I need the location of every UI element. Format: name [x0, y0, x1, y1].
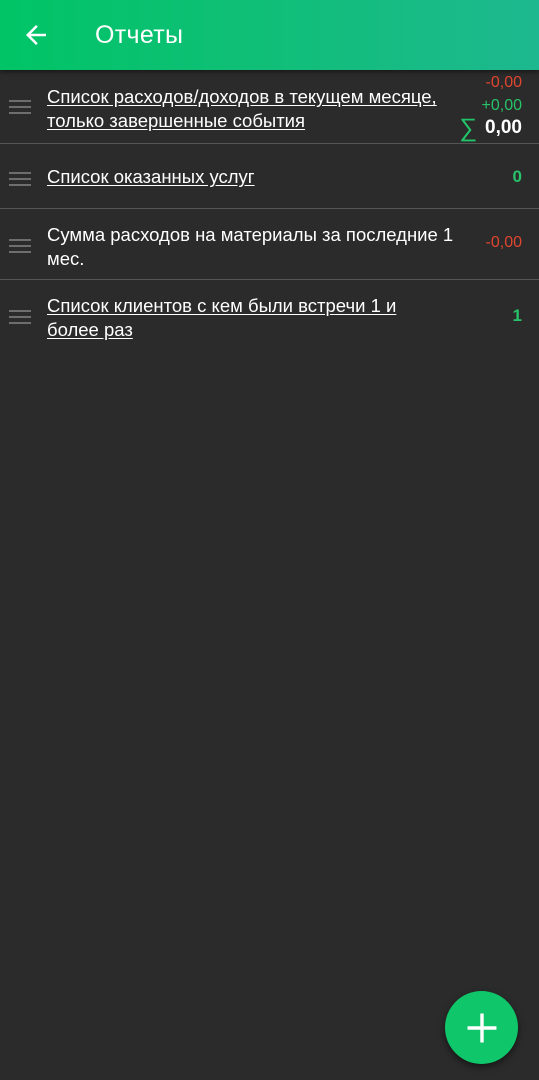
report-item-materials[interactable]: Сумма расходов на материалы за последние… [0, 209, 539, 280]
income-value: +0,00 [481, 97, 522, 114]
report-label[interactable]: Список расходов/доходов в текущем месяце… [47, 85, 437, 133]
page-title: Отчеты [95, 21, 184, 49]
total-line: ∑ 0,00 [459, 114, 522, 142]
report-value: 1 [512, 306, 522, 325]
drag-handle-icon[interactable] [9, 239, 31, 253]
report-item-income-expense[interactable]: Список расходов/доходов в текущем месяце… [0, 70, 539, 144]
report-item-clients[interactable]: Список клиентов с кем были встречи 1 и б… [0, 280, 539, 378]
report-value: 0 [512, 167, 522, 186]
report-label[interactable]: Список клиентов с кем были встречи 1 и б… [47, 294, 422, 342]
reports-list: Список расходов/доходов в текущем месяце… [0, 70, 539, 378]
sigma-icon: ∑ [459, 114, 478, 142]
report-label: Сумма расходов на материалы за последние… [47, 224, 454, 269]
total-value: 0,00 [485, 117, 522, 138]
arrow-left-icon [26, 25, 46, 45]
report-item-services[interactable]: Список оказанных услуг 0 [0, 144, 539, 209]
plus-icon [467, 1013, 496, 1042]
app-bar: Отчеты [0, 0, 539, 70]
drag-handle-icon[interactable] [9, 172, 31, 186]
report-value: -0,00 [485, 234, 522, 251]
drag-handle-icon[interactable] [9, 100, 31, 114]
drag-handle-icon[interactable] [9, 310, 31, 324]
expense-value: -0,00 [485, 74, 522, 91]
report-label[interactable]: Список оказанных услуг [47, 165, 255, 189]
add-report-button[interactable] [445, 991, 518, 1064]
back-button[interactable] [12, 11, 60, 59]
